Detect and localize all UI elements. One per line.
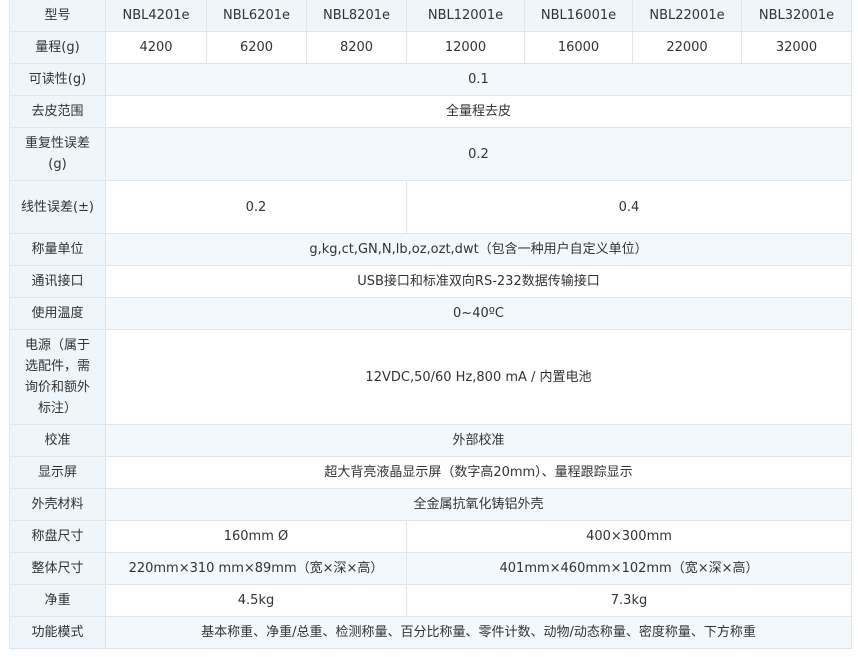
row-interface: 通讯接口 USB接口和标准双向RS-232数据传输接口 xyxy=(9,265,852,298)
capacity-cell: 22000 xyxy=(632,31,742,64)
display-value: 超大背亮液晶显示屏（数字高20mm）、量程跟踪显示 xyxy=(105,456,852,489)
row-power: 电源（属于选配件，需询价和额外标注） 12VDC,50/60 Hz,800 mA… xyxy=(9,329,852,425)
dimensions-label: 整体尺寸 xyxy=(9,552,106,585)
row-functions: 功能模式 基本称重、净重/总重、检测称量、百分比称量、零件计数、动物/动态称量、… xyxy=(9,616,852,649)
row-capacity: 量程(g) 4200 6200 8200 12000 16000 22000 3… xyxy=(9,31,852,64)
linearity-value-small: 0.2 xyxy=(105,180,407,234)
row-dimensions: 整体尺寸 220mm×310 mm×89mm（宽×深×高） 401mm×460m… xyxy=(9,552,852,585)
readability-value: 0.1 xyxy=(105,63,852,96)
power-label: 电源（属于选配件，需询价和额外标注） xyxy=(9,329,106,425)
linearity-label: 线性误差(±) xyxy=(9,180,106,234)
units-value: g,kg,ct,GN,N,lb,oz,ozt,dwt（包含一种用户自定义单位） xyxy=(105,233,852,266)
row-calibration: 校准 外部校准 xyxy=(9,424,852,457)
pan-size-value-large: 400×300mm xyxy=(406,520,852,553)
capacity-cell: 32000 xyxy=(741,31,852,64)
temperature-value: 0~40ºC xyxy=(105,297,852,330)
housing-label: 外壳材料 xyxy=(9,488,106,521)
capacity-cell: 6200 xyxy=(206,31,307,64)
model-cell: NBL32001e xyxy=(741,0,852,32)
repeatability-label: 重复性误差(g) xyxy=(9,127,106,181)
display-label: 显示屏 xyxy=(9,456,106,489)
capacity-cell: 12000 xyxy=(406,31,525,64)
row-units: 称量单位 g,kg,ct,GN,N,lb,oz,ozt,dwt（包含一种用户自定… xyxy=(9,233,852,266)
capacity-label: 量程(g) xyxy=(9,31,106,64)
capacity-cell: 8200 xyxy=(306,31,407,64)
row-readability: 可读性(g) 0.1 xyxy=(9,63,852,96)
model-cell: NBL22001e xyxy=(632,0,742,32)
row-linearity: 线性误差(±) 0.2 0.4 xyxy=(9,180,852,234)
linearity-value-large: 0.4 xyxy=(406,180,852,234)
model-cell: NBL4201e xyxy=(105,0,207,32)
model-header-cell: 型号 xyxy=(9,0,106,32)
dimensions-value-large: 401mm×460mm×102mm（宽×深×高） xyxy=(406,552,852,585)
model-cell: NBL8201e xyxy=(306,0,407,32)
capacity-cell: 4200 xyxy=(105,31,207,64)
power-value: 12VDC,50/60 Hz,800 mA / 内置电池 xyxy=(105,329,852,425)
pan-size-value-small: 160mm Ø xyxy=(105,520,407,553)
net-weight-value-small: 4.5kg xyxy=(105,584,407,617)
repeatability-value: 0.2 xyxy=(105,127,852,181)
calibration-label: 校准 xyxy=(9,424,106,457)
temperature-label: 使用温度 xyxy=(9,297,106,330)
net-weight-value-large: 7.3kg xyxy=(406,584,852,617)
tare-range-label: 去皮范围 xyxy=(9,95,106,128)
pan-size-label: 称盘尺寸 xyxy=(9,520,106,553)
row-model: 型号 NBL4201e NBL6201e NBL8201e NBL12001e … xyxy=(9,0,852,32)
interface-value: USB接口和标准双向RS-232数据传输接口 xyxy=(105,265,852,298)
row-housing: 外壳材料 全金属抗氧化铸铝外壳 xyxy=(9,488,852,521)
housing-value: 全金属抗氧化铸铝外壳 xyxy=(105,488,852,521)
row-tare-range: 去皮范围 全量程去皮 xyxy=(9,95,852,128)
model-cell: NBL6201e xyxy=(206,0,307,32)
tare-range-value: 全量程去皮 xyxy=(105,95,852,128)
readability-label: 可读性(g) xyxy=(9,63,106,96)
calibration-value: 外部校准 xyxy=(105,424,852,457)
net-weight-label: 净重 xyxy=(9,584,106,617)
row-repeatability: 重复性误差(g) 0.2 xyxy=(9,127,852,181)
functions-value: 基本称重、净重/总重、检测称量、百分比称量、零件计数、动物/动态称量、密度称量、… xyxy=(105,616,852,649)
dimensions-value-small: 220mm×310 mm×89mm（宽×深×高） xyxy=(105,552,407,585)
model-cell: NBL16001e xyxy=(524,0,633,32)
row-pan-size: 称盘尺寸 160mm Ø 400×300mm xyxy=(9,520,852,553)
row-display: 显示屏 超大背亮液晶显示屏（数字高20mm）、量程跟踪显示 xyxy=(9,456,852,489)
functions-label: 功能模式 xyxy=(9,616,106,649)
spec-table: 型号 NBL4201e NBL6201e NBL8201e NBL12001e … xyxy=(9,0,852,649)
units-label: 称量单位 xyxy=(9,233,106,266)
model-cell: NBL12001e xyxy=(406,0,525,32)
interface-label: 通讯接口 xyxy=(9,265,106,298)
capacity-cell: 16000 xyxy=(524,31,633,64)
row-net-weight: 净重 4.5kg 7.3kg xyxy=(9,584,852,617)
row-temperature: 使用温度 0~40ºC xyxy=(9,297,852,330)
